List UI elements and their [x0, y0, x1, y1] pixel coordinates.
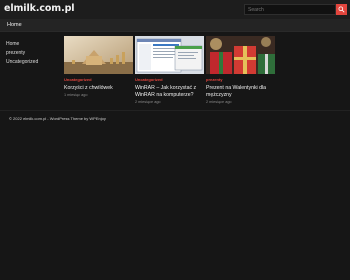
post-title[interactable]: WinRAR – Jak korzystać z WinRAR na kompu… — [135, 85, 204, 99]
post-title[interactable]: Korzyści z chwilówek — [64, 85, 133, 92]
nav-item-home[interactable]: Home — [7, 22, 22, 28]
post-card: prezenty Prezent na Walentynki dla mężcz… — [206, 36, 275, 104]
post-category[interactable]: Uncategorized — [135, 77, 204, 82]
post-card: Uncategorized WinRAR – Jak korzystać z W… — [135, 36, 204, 104]
post-date: 2 miesiące ago — [135, 100, 161, 104]
main-nav: Home — [0, 19, 350, 32]
post-date: 1 miesiąc ago — [64, 93, 88, 97]
post-card: Uncategorized Korzyści z chwilówek 1 mie… — [64, 36, 133, 97]
site-title[interactable]: elmilk.com.pl — [4, 3, 75, 14]
post-category[interactable]: Uncategorized — [64, 77, 133, 82]
sidebar-item-uncategorized[interactable]: Uncategorized — [6, 58, 38, 67]
search-icon — [338, 6, 345, 13]
site-header: elmilk.com.pl — [0, 0, 350, 19]
post-category[interactable]: prezenty — [206, 77, 275, 82]
post-thumbnail-winrar[interactable] — [135, 36, 204, 74]
post-thumbnail-gifts[interactable] — [206, 36, 275, 74]
sidebar-item-prezenty[interactable]: prezenty — [6, 49, 38, 58]
post-thumbnail-money[interactable] — [64, 36, 133, 74]
search-button[interactable] — [336, 4, 347, 15]
post-date: 2 miesiące ago — [206, 100, 232, 104]
post-title[interactable]: Prezent na Walentynki dla mężczyzny — [206, 85, 275, 99]
sidebar: Home prezenty Uncategorized — [6, 40, 38, 67]
footer-credits: © 2022 elmilk.com.pl - WordPress Theme b… — [9, 116, 106, 121]
search-input[interactable] — [244, 4, 336, 15]
footer-divider — [0, 110, 350, 111]
sidebar-item-home[interactable]: Home — [6, 40, 38, 49]
